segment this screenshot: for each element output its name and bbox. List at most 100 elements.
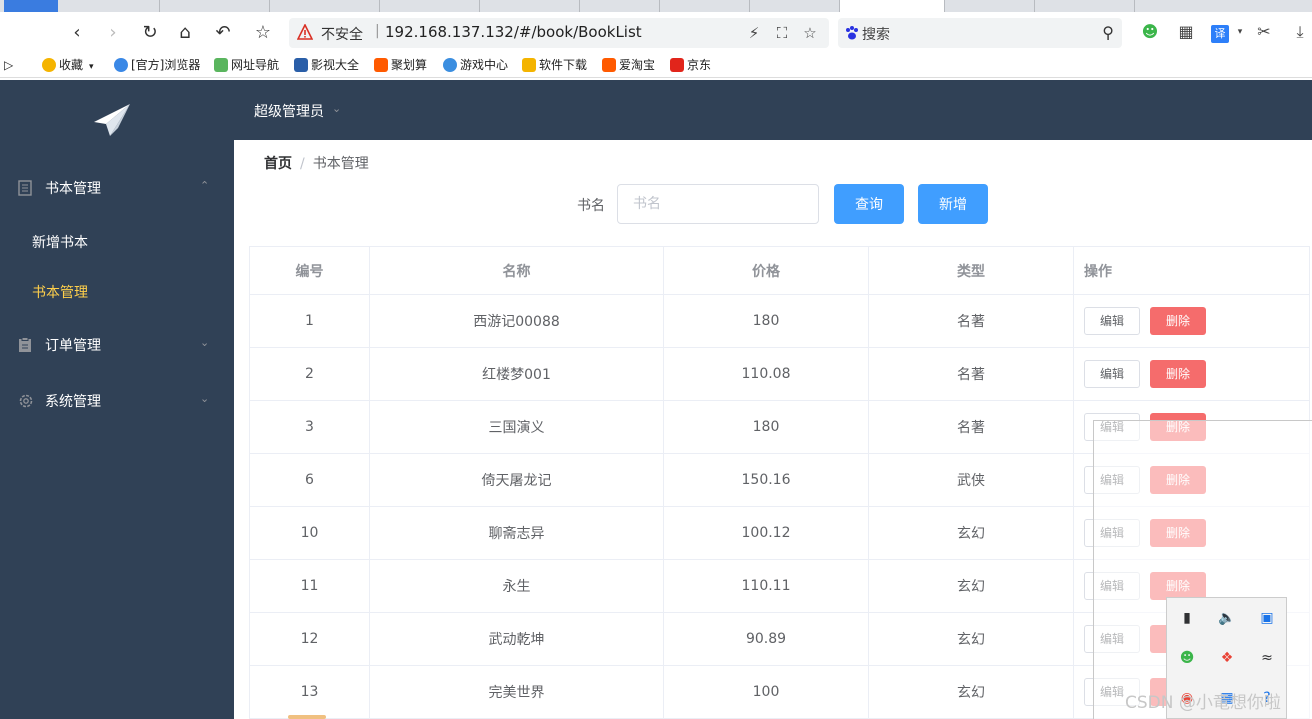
browser-tab[interactable] <box>270 0 380 12</box>
battery-icon[interactable]: ▮ <box>1177 608 1197 628</box>
bookmark-label: 游戏中心 <box>460 58 509 72</box>
breadcrumb-separator: / <box>300 156 305 172</box>
column-header-actions: 操作 <box>1073 246 1310 295</box>
horizontal-scroll-thumb[interactable] <box>288 715 326 719</box>
favorites-list-icon[interactable]: ☆ <box>250 20 276 46</box>
cell-type: 玄幻 <box>868 559 1074 613</box>
bluetooth-app-icon[interactable]: ▣ <box>1257 608 1277 628</box>
lightning-icon[interactable]: ⚡ <box>745 24 763 42</box>
undo-icon[interactable]: ↶ <box>210 20 236 46</box>
cell-id: 6 <box>249 453 370 507</box>
menu-label: 系统管理 <box>45 394 101 410</box>
browser-tab[interactable] <box>660 0 750 12</box>
browser-tab[interactable] <box>750 0 840 12</box>
sidebar-item-book-list[interactable]: 书本管理 <box>0 267 234 317</box>
windows-logo-icon[interactable]: ❖ <box>1217 648 1237 668</box>
browser-logo-icon <box>114 58 128 72</box>
bookmark-favorites[interactable]: 收藏 ▾ <box>42 56 94 74</box>
chevron-up-icon: ⌃ <box>200 179 210 192</box>
volume-icon[interactable]: 🔈 <box>1217 608 1237 628</box>
user-dropdown[interactable]: 超级管理员 <box>254 101 324 121</box>
table-row: 2 红楼梦001 110.08 名著 编辑 删除 <box>249 347 1310 401</box>
chevron-down-icon: ▾ <box>89 62 94 72</box>
gear-icon <box>19 394 33 408</box>
delete-button[interactable]: 删除 <box>1150 307 1206 335</box>
bookmark-games[interactable]: 游戏中心 <box>443 56 508 74</box>
browser-tab[interactable] <box>1035 0 1135 12</box>
bookmarks-bar: ▷ 收藏 ▾ [官方]浏览器 网址导航 影视大全 聚划算 游戏中心 软件下载 爱淘… <box>0 52 1312 78</box>
bookmark-jd[interactable]: 京东 <box>670 56 711 74</box>
bookmark-official[interactable]: [官方]浏览器 <box>114 56 200 74</box>
edit-button[interactable]: 编辑 <box>1084 360 1140 388</box>
browser-tab[interactable] <box>945 0 1035 12</box>
bookmark-label: 收藏 <box>59 58 84 72</box>
browser-search-box[interactable]: 搜索 ⚲ <box>838 18 1122 48</box>
bookmark-video[interactable]: 影视大全 <box>294 56 359 74</box>
browser-tab-active[interactable] <box>840 0 945 12</box>
browser-tab[interactable] <box>60 0 160 12</box>
back-icon[interactable]: ‹ <box>64 20 90 46</box>
cell-id: 12 <box>249 612 370 666</box>
cell-price: 110.08 <box>663 347 869 401</box>
clipboard-icon <box>19 337 31 352</box>
breadcrumb-home[interactable]: 首页 <box>264 156 292 172</box>
video-icon <box>294 58 308 72</box>
bookmark-software[interactable]: 软件下载 <box>522 56 587 74</box>
bookmark-aitaobao[interactable]: 爱淘宝 <box>602 56 655 74</box>
wechat-tray-icon[interactable]: ☻ <box>1177 648 1197 668</box>
table-header-row: 编号 名称 价格 类型 操作 <box>249 246 1310 295</box>
chevron-down-icon[interactable]: ⌄ <box>332 102 341 115</box>
bookmark-nav[interactable]: 网址导航 <box>214 56 279 74</box>
translate-dropdown-icon[interactable]: ▾ <box>1228 20 1252 44</box>
browser-toolbar: ‹ › ↻ ⌂ ↶ ☆ 不安全 | 192.168.137.132/#/book… <box>0 12 1312 52</box>
reload-icon[interactable]: ↻ <box>137 20 163 46</box>
forward-icon[interactable]: › <box>100 20 126 46</box>
scissors-icon[interactable]: ✂ <box>1252 20 1276 44</box>
taobao-icon <box>374 58 388 72</box>
csdn-watermark: CSDN @小竜想你啦 <box>1125 693 1281 713</box>
delete-button[interactable]: 删除 <box>1150 360 1206 388</box>
address-separator: | <box>375 23 380 39</box>
download-icon[interactable]: ⤓ <box>1288 20 1312 44</box>
cell-price: 180 <box>663 294 869 348</box>
query-button[interactable]: 查询 <box>834 184 904 224</box>
book-name-label: 书名 <box>577 198 605 214</box>
cell-type: 名著 <box>868 294 1074 348</box>
browser-tab[interactable] <box>480 0 580 12</box>
sidebar-menu-books[interactable]: 书本管理 ⌃ <box>0 160 234 216</box>
sidebar: 书本管理 ⌃ 新增书本 书本管理 订单管理 ⌄ 系统管理 ⌄ <box>0 80 234 719</box>
bookmark-star-icon[interactable]: ☆ <box>801 24 819 42</box>
wifi-icon[interactable]: ≈ <box>1257 648 1277 668</box>
url-text[interactable]: 192.168.137.132/#/book/BookList <box>385 23 642 41</box>
apps-grid-icon[interactable]: ▦ <box>1174 20 1198 44</box>
sidebar-toggle-icon[interactable]: ▷ <box>4 56 13 74</box>
sidebar-item-add-book[interactable]: 新增书本 <box>0 217 234 267</box>
cell-type: 玄幻 <box>868 612 1074 666</box>
cell-type: 玄幻 <box>868 665 1074 719</box>
cell-price: 150.16 <box>663 453 869 507</box>
wechat-icon[interactable]: ☻ <box>1138 20 1162 44</box>
security-label: 不安全 <box>321 27 363 43</box>
star-icon <box>42 58 56 72</box>
address-bar[interactable]: 不安全 | 192.168.137.132/#/book/BookList ⚡ … <box>289 18 829 48</box>
cell-id: 3 <box>249 400 370 454</box>
browser-tab[interactable] <box>160 0 270 12</box>
browser-tab[interactable] <box>580 0 660 12</box>
submenu-label: 新增书本 <box>32 235 88 251</box>
screenshot-icon[interactable]: ⛶ <box>773 24 791 42</box>
sidebar-menu-system[interactable]: 系统管理 ⌄ <box>0 373 234 429</box>
software-icon <box>522 58 536 72</box>
cell-id: 10 <box>249 506 370 560</box>
home-icon[interactable]: ⌂ <box>172 20 198 46</box>
search-icon[interactable]: ⚲ <box>1102 23 1114 42</box>
bookmark-juhuasuan[interactable]: 聚划算 <box>374 56 427 74</box>
cell-id: 1 <box>249 294 370 348</box>
bookmark-label: 软件下载 <box>539 58 588 72</box>
baidu-paw-icon <box>846 26 858 40</box>
browser-tab[interactable] <box>380 0 480 12</box>
add-book-button[interactable]: 新增 <box>918 184 988 224</box>
breadcrumb: 首页 / 书本管理 <box>264 153 369 173</box>
edit-button[interactable]: 编辑 <box>1084 307 1140 335</box>
book-name-input[interactable] <box>617 184 819 224</box>
sidebar-menu-orders[interactable]: 订单管理 ⌄ <box>0 317 234 373</box>
